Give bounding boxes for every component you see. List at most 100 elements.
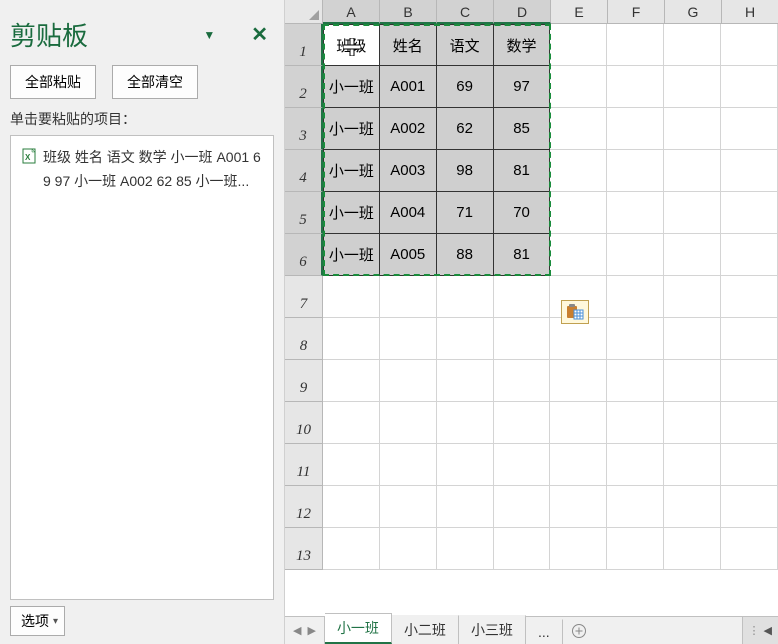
cell[interactable] (494, 318, 551, 360)
cell[interactable]: 85 (494, 108, 551, 150)
cell[interactable] (607, 486, 664, 528)
cell[interactable]: A005 (380, 234, 437, 276)
cell[interactable] (664, 24, 721, 66)
col-header-A[interactable]: A (323, 0, 380, 24)
cell[interactable] (494, 486, 551, 528)
row-header-11[interactable]: 11 (285, 444, 323, 486)
cell[interactable] (380, 486, 437, 528)
cell[interactable]: 71 (437, 192, 494, 234)
cell[interactable] (550, 192, 607, 234)
new-sheet-button[interactable] (563, 617, 595, 644)
row-header-13[interactable]: 13 (285, 528, 323, 570)
paste-options-button[interactable] (561, 300, 589, 324)
cell[interactable]: 88 (437, 234, 494, 276)
cell[interactable] (664, 360, 721, 402)
col-header-C[interactable]: C (437, 0, 494, 24)
cell[interactable] (721, 108, 778, 150)
cell[interactable] (380, 444, 437, 486)
cell[interactable] (664, 150, 721, 192)
row-header-7[interactable]: 7 (285, 276, 323, 318)
cell[interactable] (494, 360, 551, 402)
cell[interactable] (550, 66, 607, 108)
cell[interactable] (607, 402, 664, 444)
cell[interactable] (607, 150, 664, 192)
tab-scroll-handle[interactable]: ⋮ ◀ (742, 617, 778, 644)
cell[interactable] (550, 108, 607, 150)
paste-all-button[interactable]: 全部粘贴 (10, 65, 96, 99)
cell[interactable] (607, 444, 664, 486)
cell[interactable] (380, 276, 437, 318)
cell[interactable] (550, 444, 607, 486)
cell[interactable] (494, 276, 551, 318)
cell[interactable] (607, 24, 664, 66)
cell[interactable] (721, 276, 778, 318)
cell[interactable] (664, 108, 721, 150)
cell[interactable] (664, 528, 721, 570)
cell[interactable] (721, 24, 778, 66)
row-header-10[interactable]: 10 (285, 402, 323, 444)
tab-nav-prev-icon[interactable]: ◀ (293, 624, 301, 637)
cell[interactable] (494, 444, 551, 486)
cell[interactable]: 小一班 (323, 192, 380, 234)
cell[interactable] (550, 486, 607, 528)
cell[interactable] (323, 444, 380, 486)
cell[interactable] (664, 66, 721, 108)
cell[interactable]: 小一班 (323, 66, 380, 108)
col-header-B[interactable]: B (380, 0, 437, 24)
col-header-G[interactable]: G (665, 0, 722, 24)
col-header-F[interactable]: F (608, 0, 665, 24)
cell[interactable] (607, 360, 664, 402)
cell[interactable] (550, 318, 607, 360)
sheet-tab-overflow[interactable]: ... (526, 619, 563, 644)
cell[interactable] (721, 150, 778, 192)
cell[interactable] (664, 402, 721, 444)
cell[interactable] (323, 486, 380, 528)
cell[interactable] (494, 528, 551, 570)
cell[interactable]: 81 (494, 234, 551, 276)
col-header-D[interactable]: D (494, 0, 551, 24)
row-header-2[interactable]: 2 (285, 66, 323, 108)
cell[interactable] (550, 150, 607, 192)
cell[interactable]: 小一班 (323, 234, 380, 276)
cell[interactable] (664, 486, 721, 528)
cell[interactable] (607, 528, 664, 570)
cell[interactable] (380, 528, 437, 570)
clear-all-button[interactable]: 全部清空 (112, 65, 198, 99)
row-header-6[interactable]: 6 (285, 234, 323, 276)
row-header-12[interactable]: 12 (285, 486, 323, 528)
cell[interactable] (437, 402, 494, 444)
cell[interactable] (494, 402, 551, 444)
row-header-1[interactable]: 1 (285, 24, 323, 66)
cell[interactable] (437, 360, 494, 402)
cell[interactable]: 班级 (323, 24, 380, 66)
sheet-tab-3[interactable]: 小三班 (459, 615, 526, 644)
cell[interactable] (721, 66, 778, 108)
close-icon[interactable]: ✕ (245, 22, 274, 47)
cell[interactable] (437, 318, 494, 360)
row-header-9[interactable]: 9 (285, 360, 323, 402)
cell[interactable] (323, 276, 380, 318)
cell[interactable] (721, 486, 778, 528)
cell[interactable] (721, 360, 778, 402)
cell[interactable] (550, 360, 607, 402)
cell[interactable]: 69 (437, 66, 494, 108)
cell[interactable] (323, 318, 380, 360)
cell[interactable] (437, 486, 494, 528)
cell[interactable] (607, 318, 664, 360)
cell[interactable]: 小一班 (323, 108, 380, 150)
cell[interactable] (323, 402, 380, 444)
cell[interactable] (550, 24, 607, 66)
cell[interactable]: A001 (380, 66, 437, 108)
cell[interactable] (437, 528, 494, 570)
cell[interactable] (380, 360, 437, 402)
row-header-5[interactable]: 5 (285, 192, 323, 234)
row-header-4[interactable]: 4 (285, 150, 323, 192)
cell[interactable]: 81 (494, 150, 551, 192)
cell[interactable] (664, 192, 721, 234)
cell[interactable]: 语文 (437, 24, 494, 66)
cell[interactable]: 姓名 (380, 24, 437, 66)
cell[interactable] (607, 234, 664, 276)
cell[interactable] (607, 108, 664, 150)
col-header-H[interactable]: H (722, 0, 778, 24)
cell[interactable] (664, 444, 721, 486)
